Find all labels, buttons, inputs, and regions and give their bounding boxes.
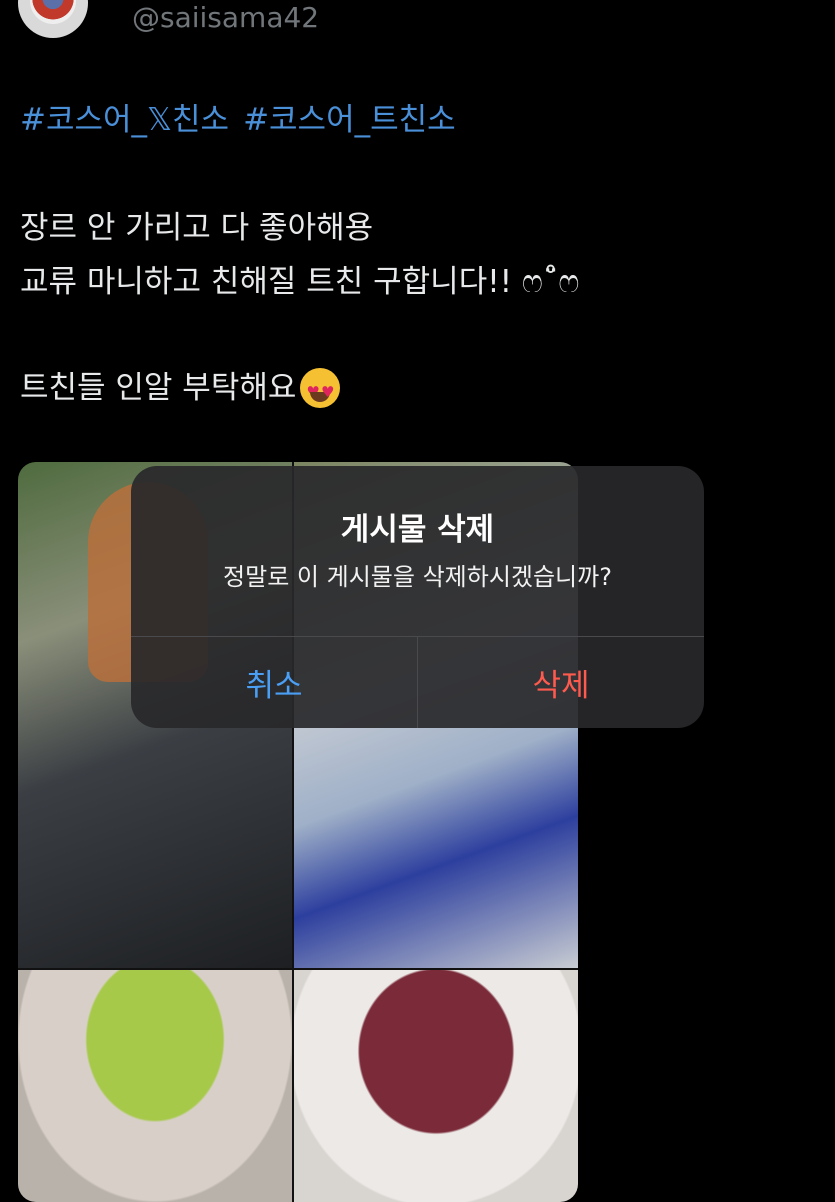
post-text-line: 트친들 인알 부탁해요 xyxy=(20,368,341,412)
post-text-line: 교류 마니하고 친해질 트친 구합니다!! ෆ˚̈ෆ xyxy=(20,264,580,300)
avatar-image xyxy=(30,0,76,24)
post-text-line: 장르 안 가리고 다 좋아해용 xyxy=(20,210,374,246)
hashtags: #코스어_𝕏친소 #코스어_트친소 xyxy=(20,100,470,140)
hashtag-link[interactable]: #코스어_트친소 xyxy=(243,102,456,138)
media-photo-4[interactable] xyxy=(294,970,578,1202)
hashtag-link[interactable]: #코스어_𝕏친소 xyxy=(20,102,229,138)
heart-eyes-emoji-icon xyxy=(300,368,341,412)
avatar[interactable] xyxy=(18,0,88,38)
delete-button[interactable]: 삭제 xyxy=(418,637,704,728)
dialog-title: 게시물 삭제 xyxy=(340,512,495,548)
cancel-button[interactable]: 취소 xyxy=(131,637,417,728)
media-photo-3[interactable] xyxy=(18,970,292,1202)
user-handle[interactable]: @saiisama42 xyxy=(132,0,319,36)
delete-post-dialog: 게시물 삭제 정말로 이 게시물을 삭제하시겠습니까? 취소 삭제 xyxy=(131,466,704,728)
dialog-message: 정말로 이 게시물을 삭제하시겠습니까? xyxy=(223,563,612,591)
post-text-line-content: 트친들 인알 부탁해요 xyxy=(20,370,297,406)
